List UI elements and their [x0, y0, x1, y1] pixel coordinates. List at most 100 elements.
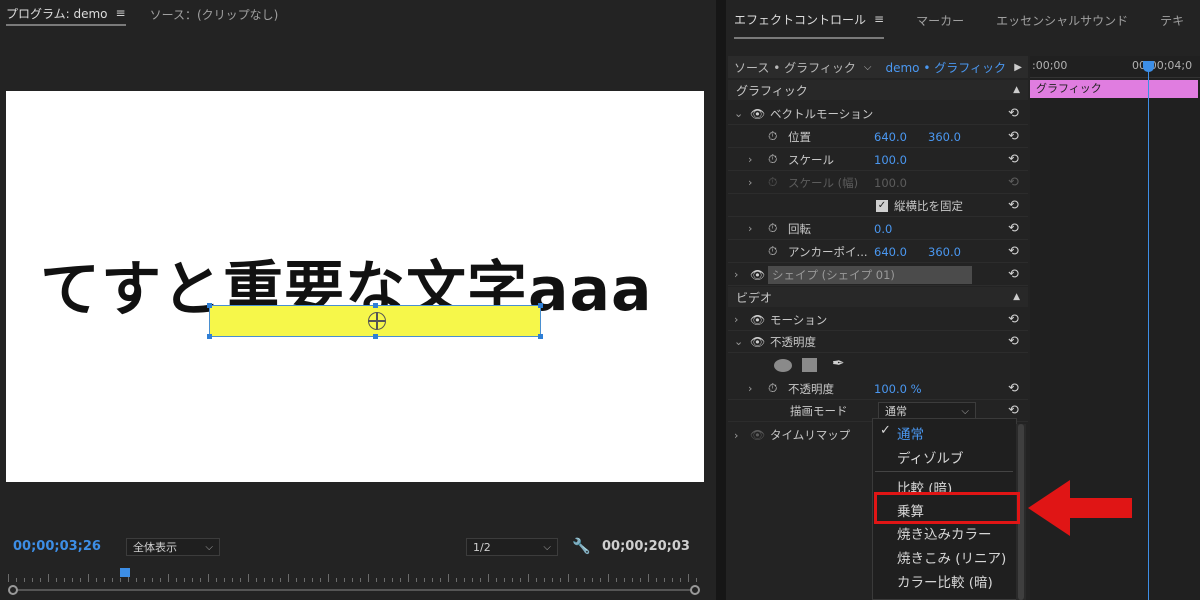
playhead-handle[interactable]: [1143, 61, 1154, 72]
stopwatch-icon[interactable]: ⏱: [768, 221, 777, 236]
ruler-tick: [40, 578, 41, 582]
collapse-up-icon[interactable]: ▲: [1013, 292, 1020, 302]
tab-essential-sound[interactable]: エッセンシャルサウンド: [996, 1, 1128, 39]
chevron-down-icon[interactable]: ⌄: [734, 107, 743, 120]
ruler-tick: [456, 578, 457, 582]
play-triangle-icon[interactable]: ▶: [1014, 62, 1022, 73]
ellipse-mask-icon[interactable]: [774, 359, 792, 372]
shape-layer-label[interactable]: シェイプ (シェイプ 01): [768, 265, 972, 284]
anchor-crosshair-icon[interactable]: [368, 312, 386, 330]
reset-icon[interactable]: ⟲: [1008, 129, 1019, 144]
playhead-line: [1148, 66, 1149, 600]
anchor-x-value[interactable]: 640.0: [874, 245, 907, 259]
ruler-tick: [408, 574, 409, 582]
ruler-start-label: :00;00: [1032, 59, 1068, 72]
rectangle-mask-icon[interactable]: [802, 358, 817, 372]
chevron-down-icon[interactable]: ⌄: [734, 335, 743, 348]
current-timecode[interactable]: 00;00;03;26: [13, 539, 101, 554]
reset-icon[interactable]: ⟲: [1008, 198, 1019, 213]
ruler-tick: [176, 578, 177, 582]
yellow-rectangle-shape[interactable]: [207, 303, 543, 339]
ruler-tick: [664, 578, 665, 582]
resize-handle-bm[interactable]: [373, 334, 378, 339]
scrub-ruler[interactable]: [8, 568, 700, 582]
resize-handle-tm[interactable]: [373, 303, 378, 308]
eye-icon[interactable]: 👁: [750, 107, 765, 121]
source-selected-clip[interactable]: demo • グラフィック: [885, 59, 1006, 76]
effects-tabs: エフェクトコントロール ≡ マーカー エッセンシャルサウンド テキ: [726, 0, 1200, 40]
chevron-right-icon[interactable]: ›: [734, 429, 738, 442]
ruler-tick: [144, 578, 145, 582]
annotation-arrow-icon: [1028, 480, 1132, 536]
resize-handle-br[interactable]: [538, 334, 543, 339]
anchor-y-value[interactable]: 360.0: [928, 245, 961, 259]
tab-source-label: ソース：(クリップなし): [149, 7, 279, 22]
reset-icon[interactable]: ⟲: [1008, 381, 1019, 396]
reset-icon[interactable]: ⟲: [1008, 244, 1019, 259]
tab-markers[interactable]: マーカー: [916, 1, 964, 39]
resize-handle-tl[interactable]: [207, 303, 212, 308]
scroll-end-handle[interactable]: [690, 585, 700, 595]
resize-handle-bl[interactable]: [207, 334, 212, 339]
section-graphic-label: グラフィック: [736, 83, 808, 98]
chevron-right-icon[interactable]: ›: [748, 222, 752, 235]
tab-source[interactable]: ソース：(クリップなし): [150, 2, 279, 26]
ruler-tick: [112, 578, 113, 582]
stopwatch-icon[interactable]: ⏱: [768, 129, 777, 144]
reset-icon[interactable]: ⟲: [1008, 152, 1019, 167]
blend-item-color-burn[interactable]: 焼き込みカラー: [897, 523, 992, 543]
eye-icon[interactable]: 👁: [750, 335, 765, 349]
position-y-value[interactable]: 360.0: [928, 130, 961, 144]
zoom-dropdown[interactable]: 全体表示 ⌵: [126, 538, 220, 556]
chevron-right-icon[interactable]: ›: [748, 382, 752, 395]
rotation-value[interactable]: 0.0: [874, 222, 892, 236]
stopwatch-icon[interactable]: ⏱: [768, 152, 777, 167]
collapse-up-icon[interactable]: ▲: [1013, 85, 1020, 95]
blend-item-linear-burn[interactable]: 焼きこみ (リニア): [897, 547, 1006, 567]
eye-icon[interactable]: 👁: [750, 268, 765, 282]
panel-divider[interactable]: [716, 0, 726, 600]
vector-motion-label: ベクトルモーション: [770, 106, 874, 121]
zoom-scroll-bar[interactable]: [8, 585, 700, 595]
resolution-dropdown[interactable]: 1/2 ⌵: [466, 538, 558, 556]
reset-icon[interactable]: ⟲: [1008, 267, 1019, 282]
opacity-value[interactable]: 100.0 %: [874, 382, 922, 396]
ruler-tick: [88, 574, 89, 582]
tab-text[interactable]: テキ: [1160, 1, 1184, 39]
timeline-clip-graphic[interactable]: グラフィック: [1030, 80, 1198, 98]
blend-item-normal[interactable]: 通常: [897, 423, 924, 443]
blend-item-dissolve[interactable]: ディゾルブ: [897, 447, 964, 467]
eye-icon[interactable]: 👁: [750, 428, 765, 442]
eye-icon[interactable]: 👁: [750, 313, 765, 327]
panel-menu-icon[interactable]: ≡: [116, 6, 126, 20]
lock-ratio-checkbox[interactable]: ✓: [876, 199, 888, 212]
section-video: ビデオ ▲: [728, 287, 1028, 307]
timeline-ruler[interactable]: :00;00 00;00;04;0: [1030, 56, 1200, 78]
stopwatch-icon[interactable]: ⏱: [768, 381, 777, 396]
scale-value[interactable]: 100.0: [874, 153, 907, 167]
reset-icon[interactable]: ⟲: [1008, 106, 1019, 121]
chevron-right-icon[interactable]: ›: [734, 268, 738, 281]
chevron-down-icon[interactable]: ⌵: [864, 62, 872, 73]
reset-icon[interactable]: ⟲: [1008, 403, 1019, 418]
stopwatch-icon[interactable]: ⏱: [768, 244, 777, 259]
panel-menu-icon[interactable]: ≡: [874, 12, 884, 26]
monitor-playhead[interactable]: [120, 568, 130, 577]
tab-program[interactable]: プログラム: demo ≡: [6, 2, 126, 26]
resize-handle-tr[interactable]: [538, 303, 543, 308]
source-label: ソース • グラフィック: [734, 60, 856, 75]
reset-icon[interactable]: ⟲: [1008, 334, 1019, 349]
chevron-right-icon[interactable]: ›: [748, 153, 752, 166]
zoom-dropdown-value: 全体表示: [133, 541, 177, 554]
blend-item-darker-color[interactable]: カラー比較 (暗): [897, 571, 993, 591]
position-x-value[interactable]: 640.0: [874, 130, 907, 144]
scroll-start-handle[interactable]: [8, 585, 18, 595]
chevron-right-icon[interactable]: ›: [748, 176, 752, 189]
pen-mask-icon[interactable]: ✒: [832, 354, 845, 372]
chevron-right-icon[interactable]: ›: [734, 313, 738, 326]
reset-icon[interactable]: ⟲: [1008, 221, 1019, 236]
tab-effect-controls[interactable]: エフェクトコントロール ≡: [734, 1, 885, 39]
program-canvas[interactable]: てすと重要な文字aaa: [6, 91, 704, 482]
reset-icon[interactable]: ⟲: [1008, 312, 1019, 327]
wrench-icon[interactable]: 🔧: [572, 537, 591, 555]
